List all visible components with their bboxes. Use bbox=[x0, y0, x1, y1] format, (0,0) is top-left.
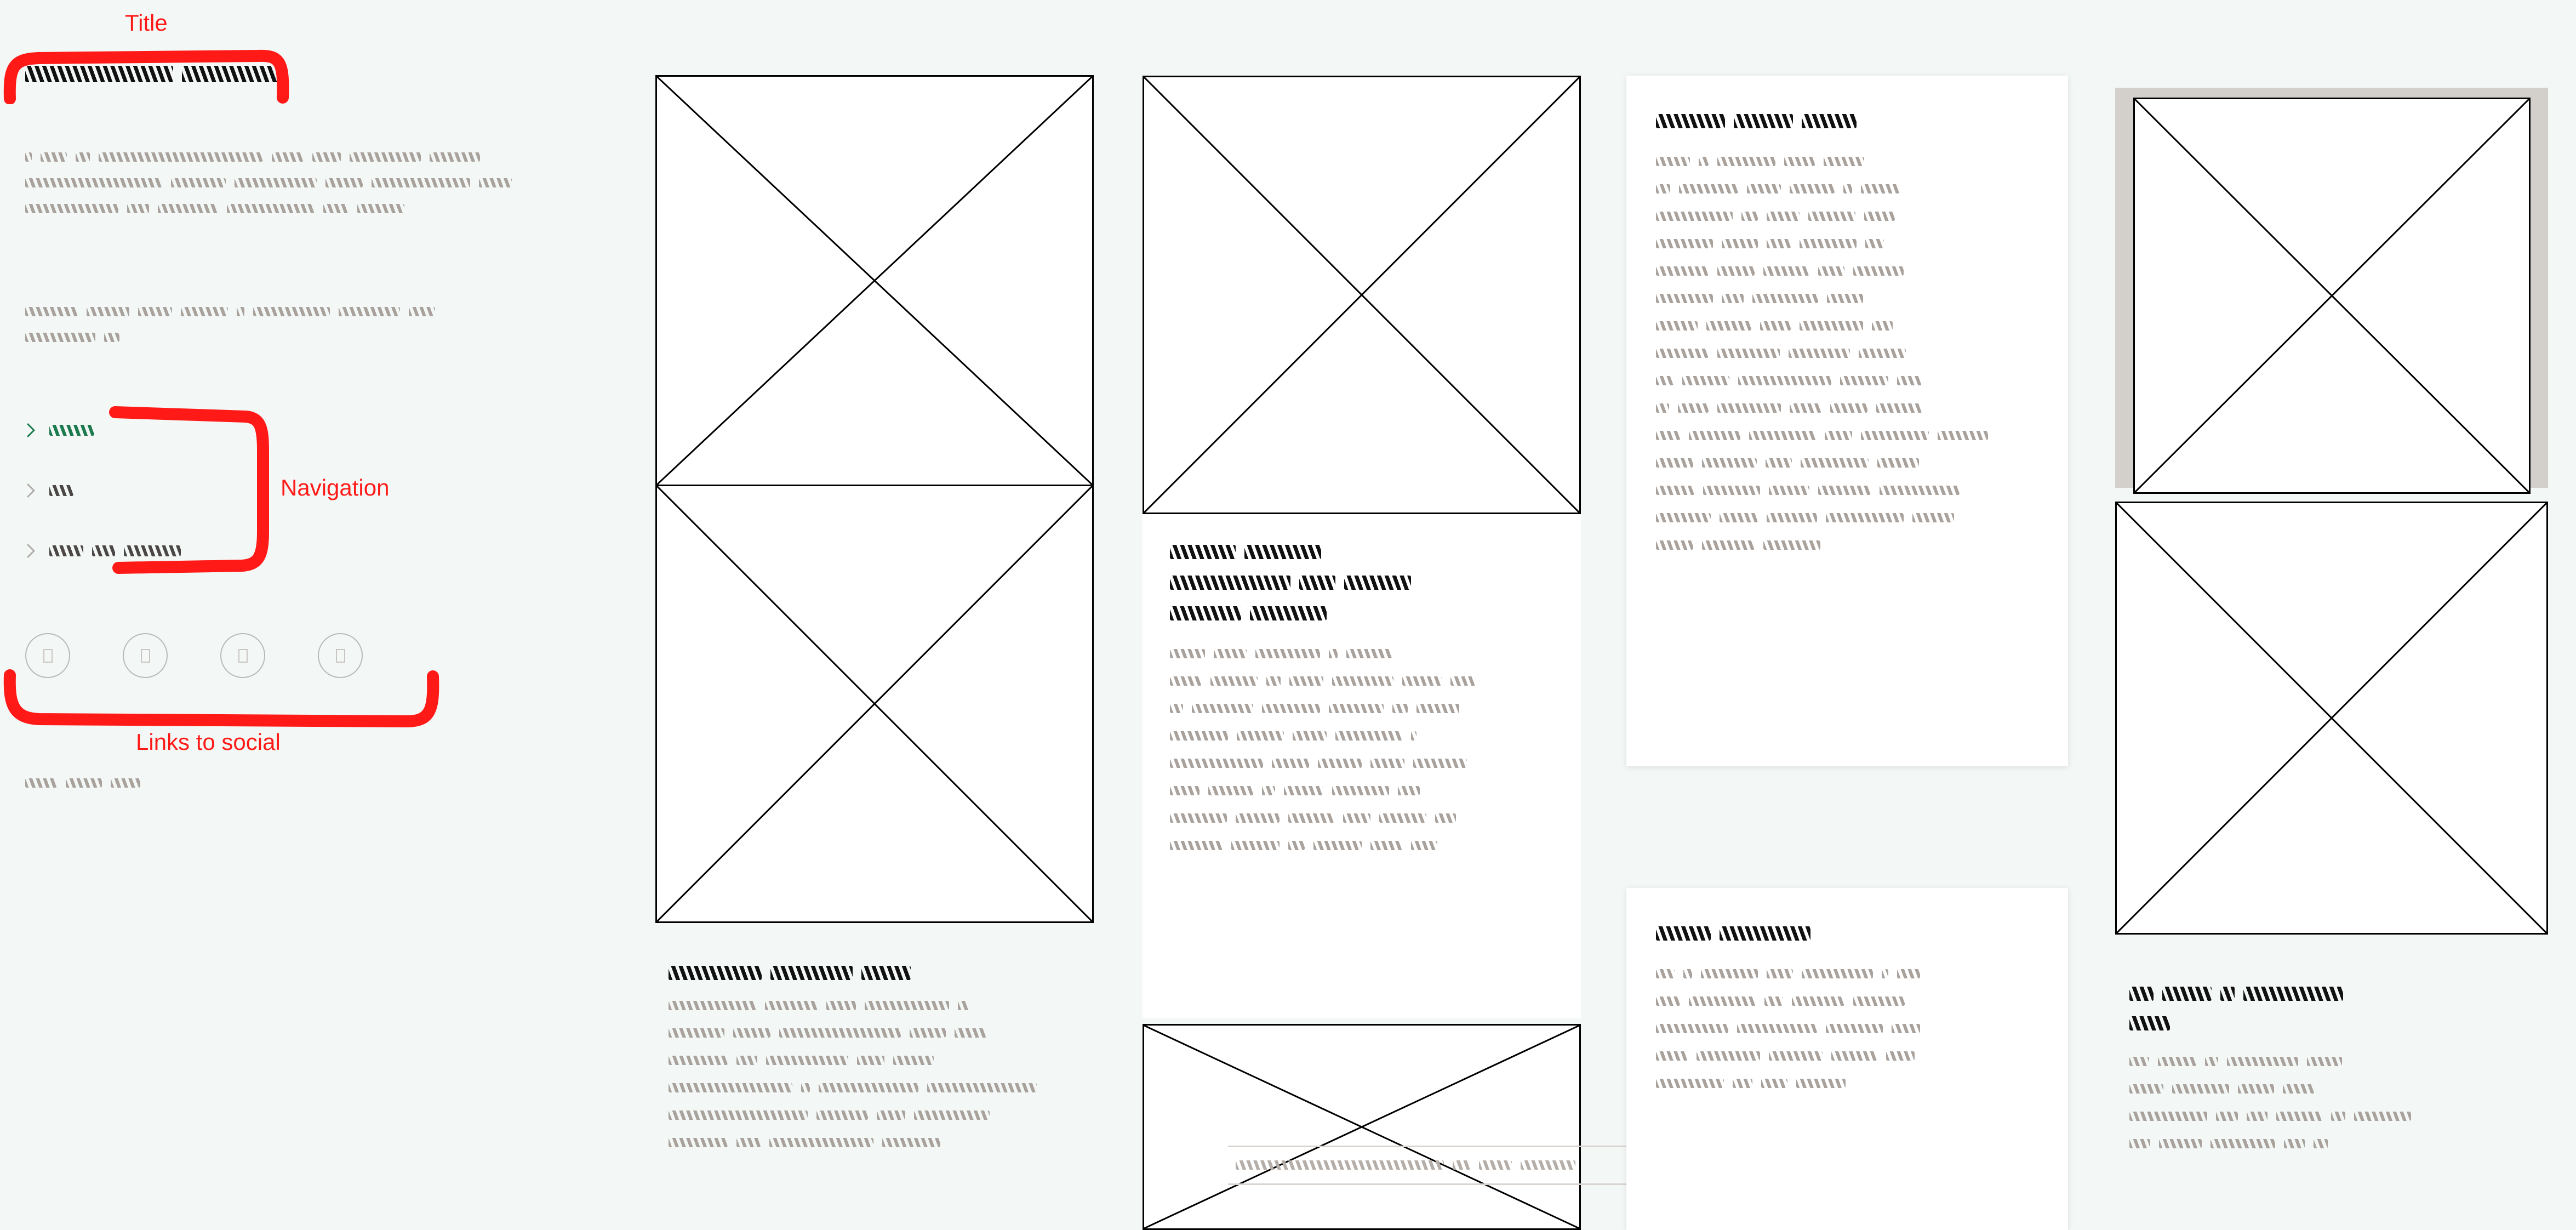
nav-item-1-label bbox=[49, 425, 94, 436]
intro-paragraph-2 bbox=[25, 307, 586, 343]
image-caption-text bbox=[1228, 1160, 1575, 1170]
column-4-article bbox=[2129, 987, 2535, 1149]
chevron-right-icon bbox=[27, 483, 35, 498]
social-link-2[interactable] bbox=[123, 633, 168, 678]
social-icon-2 bbox=[140, 648, 150, 663]
intro-paragraph-1 bbox=[25, 152, 586, 214]
chevron-right-icon bbox=[27, 544, 35, 558]
nav-item-1[interactable] bbox=[25, 422, 181, 439]
social-icon-4 bbox=[335, 648, 345, 663]
article-card-2 bbox=[1626, 888, 2068, 1230]
image-placeholder-5[interactable] bbox=[2133, 98, 2531, 494]
annotation-label-navigation: Navigation bbox=[281, 475, 390, 500]
image-placeholder-3[interactable] bbox=[1143, 76, 1581, 514]
article-card-2-heading bbox=[1656, 926, 2038, 941]
copyright-text bbox=[25, 778, 140, 788]
social-link-3[interactable] bbox=[220, 633, 265, 678]
social-icon-1 bbox=[43, 648, 53, 663]
social-links bbox=[25, 633, 363, 678]
column-2-text-card bbox=[1143, 514, 1581, 1018]
image-placeholder-6[interactable] bbox=[2115, 502, 2548, 935]
image-placeholder-1[interactable] bbox=[655, 75, 1094, 486]
article-card-1 bbox=[1626, 76, 2068, 766]
social-link-1[interactable] bbox=[25, 633, 70, 678]
site-title-word-2 bbox=[182, 66, 286, 82]
column-2-heading bbox=[1170, 545, 1553, 620]
image-placeholder-4[interactable] bbox=[1143, 1024, 1581, 1230]
placeholder-x-icon bbox=[1144, 77, 1579, 512]
image-caption-band bbox=[1228, 1146, 1654, 1185]
column-4-body bbox=[2129, 1057, 2535, 1149]
placeholder-x-icon bbox=[1144, 1026, 1579, 1228]
annotation-label-title: Title bbox=[125, 10, 168, 36]
article-card-1-body bbox=[1656, 157, 2038, 550]
placeholder-x-icon bbox=[2135, 99, 2529, 492]
article-card-2-body bbox=[1656, 969, 2038, 1089]
placeholder-x-icon bbox=[657, 77, 1092, 485]
social-link-4[interactable] bbox=[318, 633, 363, 678]
chevron-right-icon bbox=[27, 423, 35, 437]
image-placeholder-2[interactable] bbox=[655, 485, 1094, 923]
nav-item-3[interactable] bbox=[25, 543, 181, 559]
column-1-article bbox=[669, 966, 1085, 1165]
wireframe-page: Title Navigation Links to social bbox=[0, 0, 2576, 1230]
column-4-heading bbox=[2129, 987, 2535, 1030]
sidebar bbox=[0, 0, 619, 1230]
navigation-list bbox=[25, 422, 181, 559]
nav-item-2[interactable] bbox=[25, 482, 181, 499]
placeholder-x-icon bbox=[657, 486, 1092, 921]
column-1-heading bbox=[669, 966, 1085, 980]
social-icon-3 bbox=[238, 648, 248, 663]
column-2-body bbox=[1170, 649, 1553, 851]
placeholder-x-icon bbox=[2117, 503, 2546, 933]
annotation-label-social: Links to social bbox=[136, 729, 281, 755]
nav-item-2-label bbox=[49, 485, 73, 496]
site-title-word-1 bbox=[25, 66, 173, 82]
article-card-1-heading bbox=[1656, 114, 2038, 128]
nav-item-3-label bbox=[49, 545, 181, 556]
column-1-body bbox=[669, 1001, 1085, 1148]
site-title bbox=[25, 66, 286, 82]
